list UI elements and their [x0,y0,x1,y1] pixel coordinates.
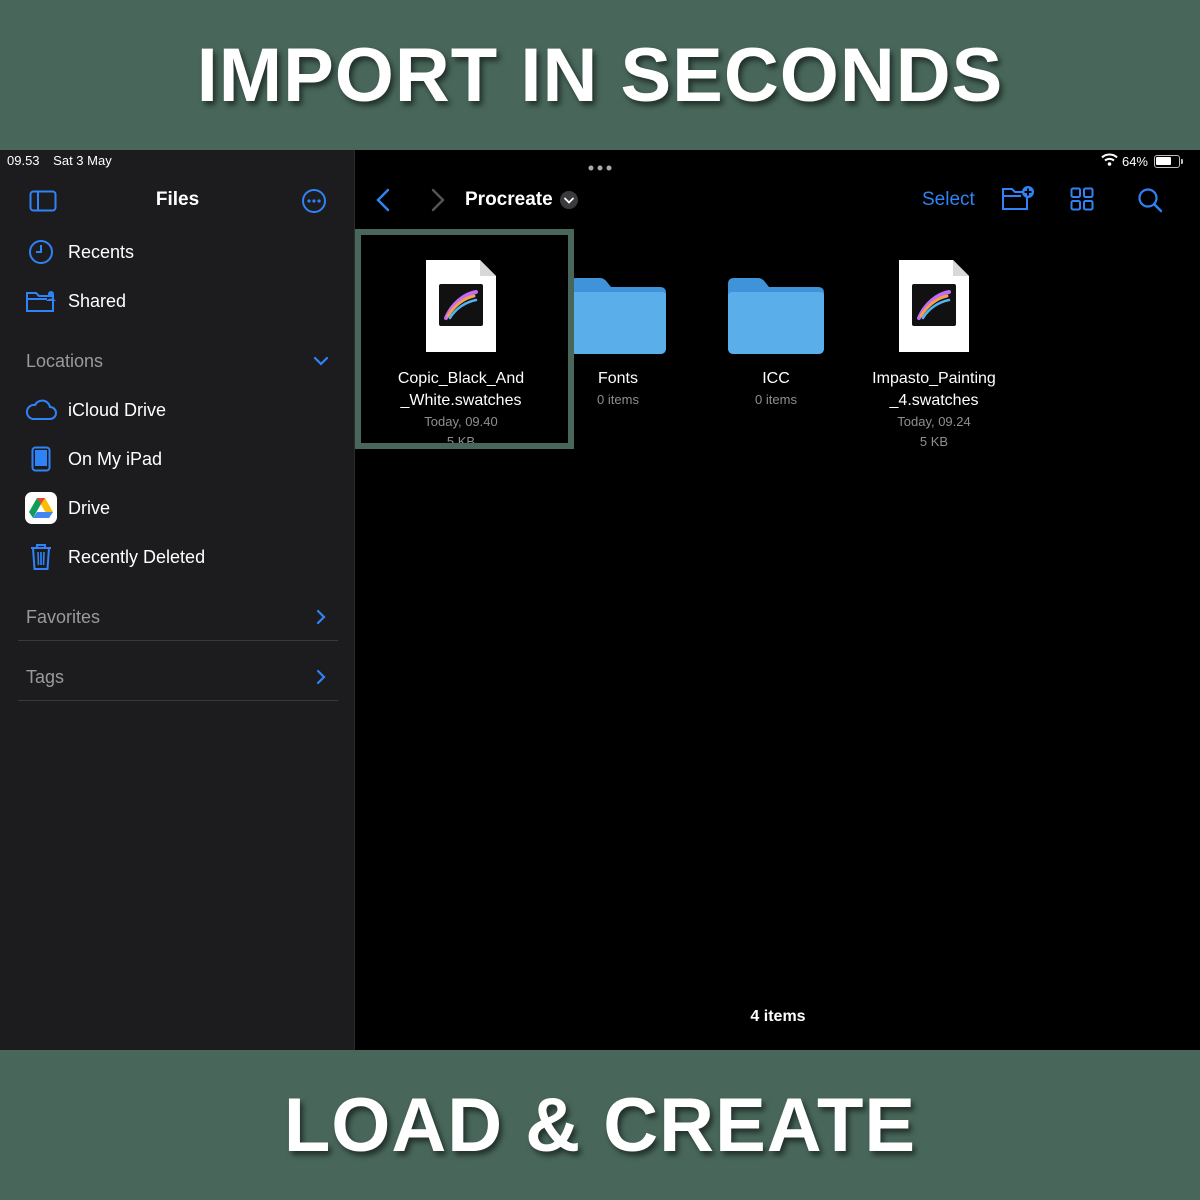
favorites-heading: Favorites [26,607,101,627]
sidebar-item-label: Shared [68,291,127,311]
procreate-file-icon [834,258,1034,364]
sidebar-item-icloud-drive[interactable]: iCloud Drive [0,390,355,430]
bottom-banner-text: LOAD & CREATE [283,1082,917,1168]
file-tile-impasto-swatches[interactable]: Impasto_Painting _4.swatches Today, 09.2… [834,258,1034,452]
grid-view-icon[interactable] [1070,187,1094,216]
sidebar-toggle-icon[interactable] [29,190,57,217]
more-options-icon[interactable] [301,188,327,219]
file-browser: 64% Procreate Select Copic_Black_And _Wh… [355,150,1200,1050]
ipad-icon [25,445,57,473]
sidebar-item-label: iCloud Drive [68,400,167,420]
sidebar-item-shared[interactable]: Shared [0,281,355,321]
sidebar: 09.53 Sat 3 May Files Recents Shared Loc… [0,150,355,1050]
sidebar-item-label: On My iPad [68,449,163,469]
sidebar-item-label: Recents [68,242,135,262]
favorites-section-header[interactable]: Favorites [0,597,355,637]
search-icon[interactable] [1137,187,1163,218]
chevron-right-icon [312,668,330,691]
sidebar-item-label: Recently Deleted [68,547,206,567]
divider [18,640,338,641]
sidebar-item-recents[interactable]: Recents [0,232,355,272]
wifi-icon [1101,153,1118,169]
select-button[interactable]: Select [922,189,975,211]
divider [18,700,338,701]
clock-icon [25,238,57,266]
folder-title: Procreate [465,189,553,210]
ipad-screen: 09.53 Sat 3 May Files Recents Shared Loc… [0,150,1200,1050]
file-size: 5 KB [919,434,949,449]
bottom-banner: LOAD & CREATE [0,1050,1200,1200]
title-menu-chevron-icon[interactable] [559,190,579,215]
locations-heading: Locations [26,351,104,371]
status-time: 09.53 [7,153,40,168]
tags-heading: Tags [26,667,65,687]
new-folder-icon[interactable] [1001,185,1035,216]
back-chevron-icon[interactable] [376,188,390,217]
locations-section-header[interactable]: Locations [0,341,355,381]
forward-chevron-icon[interactable] [431,188,445,217]
status-bar-left: 09.53 Sat 3 May [7,153,122,168]
sidebar-item-label: Drive [68,498,111,518]
sidebar-item-recently-deleted[interactable]: Recently Deleted [0,537,355,577]
top-banner-text: IMPORT IN SECONDS [196,32,1004,118]
sidebar-item-on-my-ipad[interactable]: On My iPad [0,439,355,479]
item-count: 4 items [750,1008,806,1025]
status-date: Sat 3 May [53,153,112,168]
selection-highlight [355,229,574,449]
file-date: Today, 09.24 [897,414,971,429]
sidebar-item-drive[interactable]: Drive [0,488,355,528]
battery-percentage: 64% [1121,153,1148,169]
status-bar-right: 64% [1101,153,1183,169]
chevron-right-icon [312,608,330,631]
top-banner: IMPORT IN SECONDS [0,0,1200,150]
multitasking-dots-icon[interactable] [587,158,613,176]
trash-icon [25,543,57,571]
tags-section-header[interactable]: Tags [0,657,355,697]
cloud-icon [25,396,57,424]
chevron-down-icon [312,352,330,375]
sidebar-header: Files [0,182,355,218]
google-drive-icon [25,492,57,524]
file-name: Impasto_Painting [872,370,996,387]
file-name: _4.swatches [889,392,979,409]
shared-folder-icon [25,287,57,315]
battery-icon [1154,154,1183,168]
